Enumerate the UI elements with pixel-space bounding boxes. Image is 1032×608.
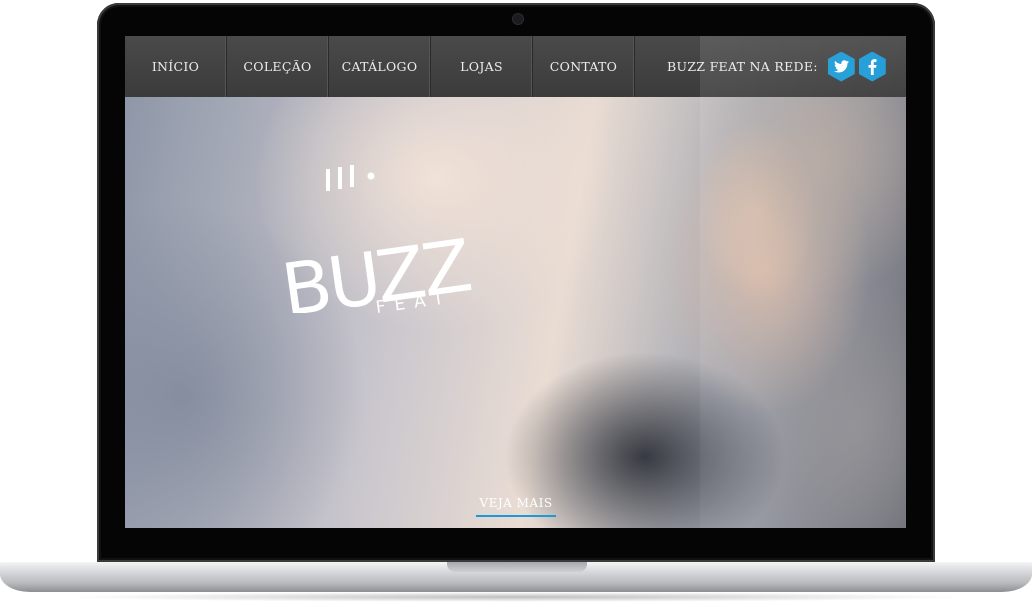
twitter-icon[interactable] bbox=[827, 51, 855, 82]
nav-item-colecao[interactable]: COLEÇÃO bbox=[227, 36, 329, 97]
facebook-f-glyph bbox=[868, 58, 877, 75]
veja-mais-underline bbox=[476, 515, 556, 517]
twitter-bird-glyph bbox=[833, 60, 849, 73]
social-section: BUZZ FEAT NA REDE: bbox=[635, 36, 906, 97]
hero-banner: BUZZ FEAT VEJA MAIS bbox=[125, 97, 906, 528]
nav-item-lojas[interactable]: LOJAS bbox=[431, 36, 533, 97]
nav-item-inicio[interactable]: INÍCIO bbox=[125, 36, 227, 97]
laptop-shadow bbox=[60, 592, 972, 602]
hero-photo-highlight bbox=[685, 97, 906, 297]
laptop-notch bbox=[447, 562, 587, 572]
facebook-icon[interactable] bbox=[858, 51, 886, 82]
camera bbox=[513, 14, 523, 24]
top-nav: INÍCIO COLEÇÃO CATÁLOGO LOJAS CONTATO BU… bbox=[125, 36, 906, 97]
social-label: BUZZ FEAT NA REDE: bbox=[667, 59, 818, 74]
nav-item-contato[interactable]: CONTATO bbox=[533, 36, 635, 97]
buzz-feat-logo: BUZZ FEAT bbox=[277, 165, 475, 313]
veja-mais-link[interactable]: VEJA MAIS bbox=[476, 496, 556, 510]
nav-item-catalogo[interactable]: CATÁLOGO bbox=[329, 36, 431, 97]
screen: INÍCIO COLEÇÃO CATÁLOGO LOJAS CONTATO BU… bbox=[125, 36, 906, 528]
social-icons bbox=[827, 51, 886, 82]
